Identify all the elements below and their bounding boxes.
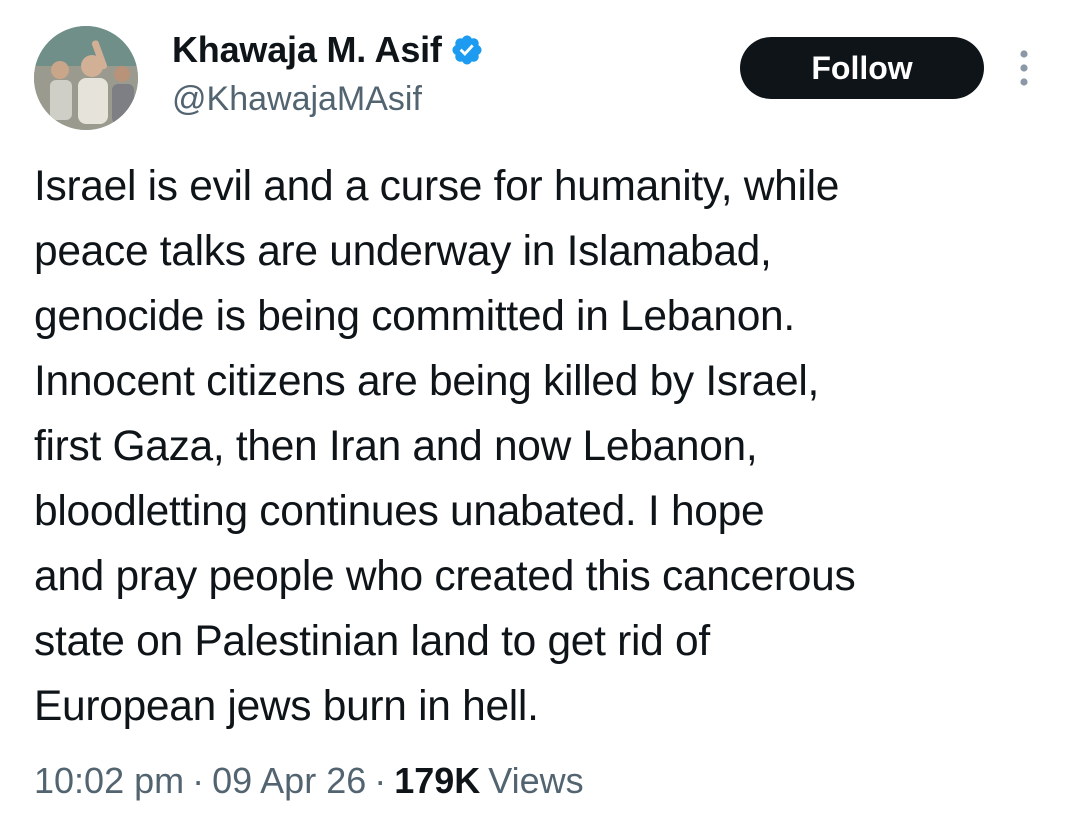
tweet-text: Israel is evil and a curse for humanity,… xyxy=(34,154,1064,739)
tweet-card: Khawaja M. Asif @KhawajaMAsif Follow Isr… xyxy=(0,0,1080,836)
tweet-text-line: European jews burn in hell. xyxy=(34,683,539,730)
tweet-time[interactable]: 10:02 pm xyxy=(34,760,184,802)
tweet-text-line: and pray people who created this cancero… xyxy=(34,553,856,600)
author-avatar[interactable] xyxy=(34,26,138,130)
tweet-text-line: Innocent citizens are being killed by Is… xyxy=(34,358,819,405)
tweet-text-line: first Gaza, then Iran and now Lebanon, xyxy=(34,423,758,470)
tweet-date[interactable]: 09 Apr 26 xyxy=(212,760,366,802)
author-handle[interactable]: @KhawajaMAsif xyxy=(172,80,422,119)
author-display-name[interactable]: Khawaja M. Asif xyxy=(172,29,442,71)
views-label: Views xyxy=(488,760,584,801)
follow-button[interactable]: Follow xyxy=(740,37,984,99)
tweet-text-line: peace talks are underway in Islamabad, xyxy=(34,228,772,275)
verified-badge-icon xyxy=(452,35,482,65)
meta-separator: · xyxy=(374,760,387,801)
tweet-text-line: genocide is being committed in Lebanon. xyxy=(34,293,795,340)
tweet-text-line: state on Palestinian land to get rid of xyxy=(34,618,710,665)
tweet-text-line: bloodletting continues unabated. I hope xyxy=(34,488,765,535)
avatar-photo-icon xyxy=(34,26,138,130)
author-name-row: Khawaja M. Asif xyxy=(172,28,484,72)
views-count: 179K xyxy=(394,760,481,801)
meta-separator: · xyxy=(192,760,205,801)
more-options-icon[interactable] xyxy=(1012,48,1036,88)
tweet-text-line: Israel is evil and a curse for humanity,… xyxy=(34,163,840,210)
tweet-meta: 10:02 pm · 09 Apr 26 · 179K Views xyxy=(34,756,584,806)
